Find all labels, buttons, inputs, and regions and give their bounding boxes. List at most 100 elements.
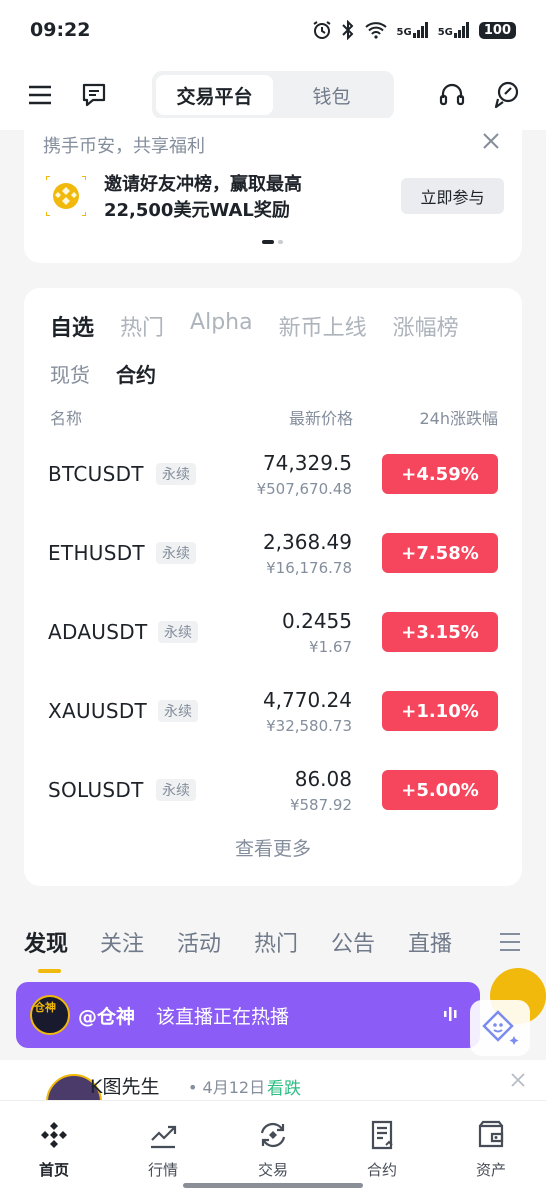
nav-label: 首页 bbox=[38, 1161, 69, 1179]
status-icons: 5G 5G 100 bbox=[312, 20, 516, 40]
exchange-icon bbox=[260, 1122, 286, 1148]
live-username: @仓神 bbox=[78, 1006, 136, 1028]
network-type-2: 5G bbox=[437, 27, 453, 38]
carousel-dots bbox=[262, 240, 283, 244]
promo-banner[interactable]: 携手币安，共享福利 邀请好友冲榜，赢取最高 22,500美元WAL奖励 立即参与 bbox=[24, 118, 522, 263]
row-price: 0.2455 bbox=[282, 609, 352, 633]
signal-5g-icon: 5G bbox=[438, 22, 470, 38]
column-header-price[interactable]: 最新价格 bbox=[289, 405, 353, 429]
tab-trending[interactable]: 热门 bbox=[254, 926, 298, 958]
contract-icon bbox=[371, 1120, 393, 1150]
alarm-icon bbox=[312, 21, 331, 39]
tab-announcements[interactable]: 公告 bbox=[331, 926, 375, 958]
feed-post[interactable]: K图先生 • 4月12日 看跌 bbox=[0, 1060, 546, 1130]
close-icon[interactable] bbox=[510, 1072, 526, 1088]
nav-home[interactable]: 首页 bbox=[14, 1119, 94, 1180]
perpetual-badge: 永续 bbox=[158, 621, 198, 643]
chart-icon bbox=[151, 1125, 177, 1149]
active-tab-indicator bbox=[38, 969, 61, 973]
ai-assistant-button[interactable] bbox=[470, 1000, 530, 1056]
carousel-dot bbox=[278, 240, 283, 244]
perpetual-badge: 永续 bbox=[156, 542, 196, 564]
binance-logo-icon bbox=[41, 1122, 67, 1148]
row-cny-price: ¥1.67 bbox=[309, 638, 352, 656]
perpetual-badge: 永续 bbox=[156, 463, 196, 485]
post-date-text: 4月12日 bbox=[202, 1078, 266, 1097]
tab-events[interactable]: 活动 bbox=[177, 926, 221, 958]
row-symbol: XAUUSDT bbox=[48, 699, 148, 723]
row-price: 2,368.49 bbox=[262, 530, 352, 554]
row-price: 86.08 bbox=[294, 767, 352, 791]
nav-trade[interactable]: 交易 bbox=[233, 1119, 313, 1180]
row-price: 74,329.5 bbox=[262, 451, 352, 475]
row-change-badge[interactable]: +1.10% bbox=[382, 691, 498, 731]
ai-sparkle-icon bbox=[482, 1010, 519, 1045]
status-bar: 09:22 5G 5G 100 bbox=[0, 0, 546, 60]
column-header-change[interactable]: 24h涨跌幅 bbox=[419, 405, 498, 429]
nav-markets[interactable]: 行情 bbox=[123, 1119, 203, 1180]
banner-title-line1: 邀请好友冲榜，赢取最高 bbox=[104, 174, 302, 195]
status-time: 09:22 bbox=[30, 19, 91, 41]
avatar: 仓神 bbox=[30, 995, 70, 1035]
nav-label: 资产 bbox=[475, 1161, 506, 1179]
row-cny-price: ¥587.92 bbox=[289, 796, 352, 814]
tab-spot[interactable]: 现货 bbox=[50, 359, 90, 388]
tab-alpha[interactable]: Alpha bbox=[190, 310, 253, 342]
message-icon[interactable] bbox=[76, 77, 112, 113]
row-price: 4,770.24 bbox=[262, 688, 352, 712]
row-symbol: BTCUSDT bbox=[48, 462, 144, 486]
tab-following[interactable]: 关注 bbox=[100, 926, 144, 958]
tab-futures[interactable]: 合约 bbox=[116, 359, 156, 388]
live-stream-bar[interactable]: 仓神 @仓神 该直播正在热播 bbox=[16, 982, 480, 1048]
menu-more-icon[interactable] bbox=[498, 930, 522, 954]
equalizer-icon bbox=[444, 1007, 457, 1021]
market-row[interactable]: ADAUSDT 永续 0.2455 ¥1.67 +3.15% bbox=[24, 599, 522, 678]
pen-icon[interactable] bbox=[488, 77, 524, 113]
row-symbol: ETHUSDT bbox=[48, 541, 145, 565]
market-primary-tabs: 自选 热门 Alpha 新币上线 涨幅榜 bbox=[50, 310, 485, 342]
view-more-link[interactable]: 查看更多 bbox=[24, 834, 522, 861]
headset-icon[interactable] bbox=[434, 77, 470, 113]
market-row[interactable]: SOLUSDT 永续 86.08 ¥587.92 +5.00% bbox=[24, 757, 522, 836]
nav-assets[interactable]: 资产 bbox=[451, 1119, 531, 1180]
row-change-badge[interactable]: +3.15% bbox=[382, 612, 498, 652]
column-header-name[interactable]: 名称 bbox=[50, 405, 82, 429]
menu-icon[interactable] bbox=[22, 77, 58, 113]
tab-wallet[interactable]: 钱包 bbox=[273, 75, 390, 115]
sentiment-tag: 看跌 bbox=[267, 1079, 301, 1099]
nav-label: 合约 bbox=[366, 1161, 397, 1179]
join-now-button[interactable]: 立即参与 bbox=[401, 178, 504, 214]
network-type-1: 5G bbox=[396, 27, 412, 38]
post-author[interactable]: K图先生 bbox=[90, 1072, 159, 1099]
nav-futures[interactable]: 合约 bbox=[342, 1119, 422, 1180]
bluetooth-icon bbox=[341, 20, 353, 40]
banner-subtitle: 携手币安，共享福利 bbox=[43, 136, 205, 157]
tab-gainers[interactable]: 涨幅榜 bbox=[393, 310, 459, 342]
tab-discover[interactable]: 发现 bbox=[24, 926, 68, 958]
banner-title-line2: 22,500美元WAL奖励 bbox=[104, 200, 290, 221]
tab-hot[interactable]: 热门 bbox=[120, 310, 164, 342]
binance-coin-icon bbox=[46, 176, 86, 216]
battery-indicator: 100 bbox=[478, 21, 516, 39]
home-indicator[interactable] bbox=[183, 1183, 363, 1188]
row-symbol: ADAUSDT bbox=[48, 620, 148, 644]
avatar-label: 仓神 bbox=[34, 1001, 56, 1014]
market-row[interactable]: BTCUSDT 永续 74,329.5 ¥507,670.48 +4.59% bbox=[24, 441, 522, 520]
row-change-badge[interactable]: +4.59% bbox=[382, 454, 498, 494]
market-row[interactable]: ETHUSDT 永续 2,368.49 ¥16,176.78 +7.58% bbox=[24, 520, 522, 599]
row-change-badge[interactable]: +5.00% bbox=[382, 770, 498, 810]
platform-switch: 交易平台 钱包 bbox=[152, 71, 394, 119]
tab-favorites[interactable]: 自选 bbox=[50, 310, 94, 342]
tab-live[interactable]: 直播 bbox=[408, 926, 452, 958]
column-headers: 名称 最新价格 24h涨跌幅 bbox=[50, 405, 498, 429]
tab-exchange[interactable]: 交易平台 bbox=[156, 75, 273, 115]
market-row[interactable]: XAUUSDT 永续 4,770.24 ¥32,580.73 +1.10% bbox=[24, 678, 522, 757]
tab-new-listings[interactable]: 新币上线 bbox=[279, 310, 367, 342]
carousel-dot bbox=[262, 240, 274, 244]
row-change-badge[interactable]: +7.58% bbox=[382, 533, 498, 573]
close-icon[interactable] bbox=[480, 130, 502, 152]
market-secondary-tabs: 现货 合约 bbox=[50, 359, 182, 388]
nav-label: 行情 bbox=[147, 1161, 178, 1179]
row-cny-price: ¥32,580.73 bbox=[266, 717, 352, 735]
perpetual-badge: 永续 bbox=[156, 779, 196, 801]
